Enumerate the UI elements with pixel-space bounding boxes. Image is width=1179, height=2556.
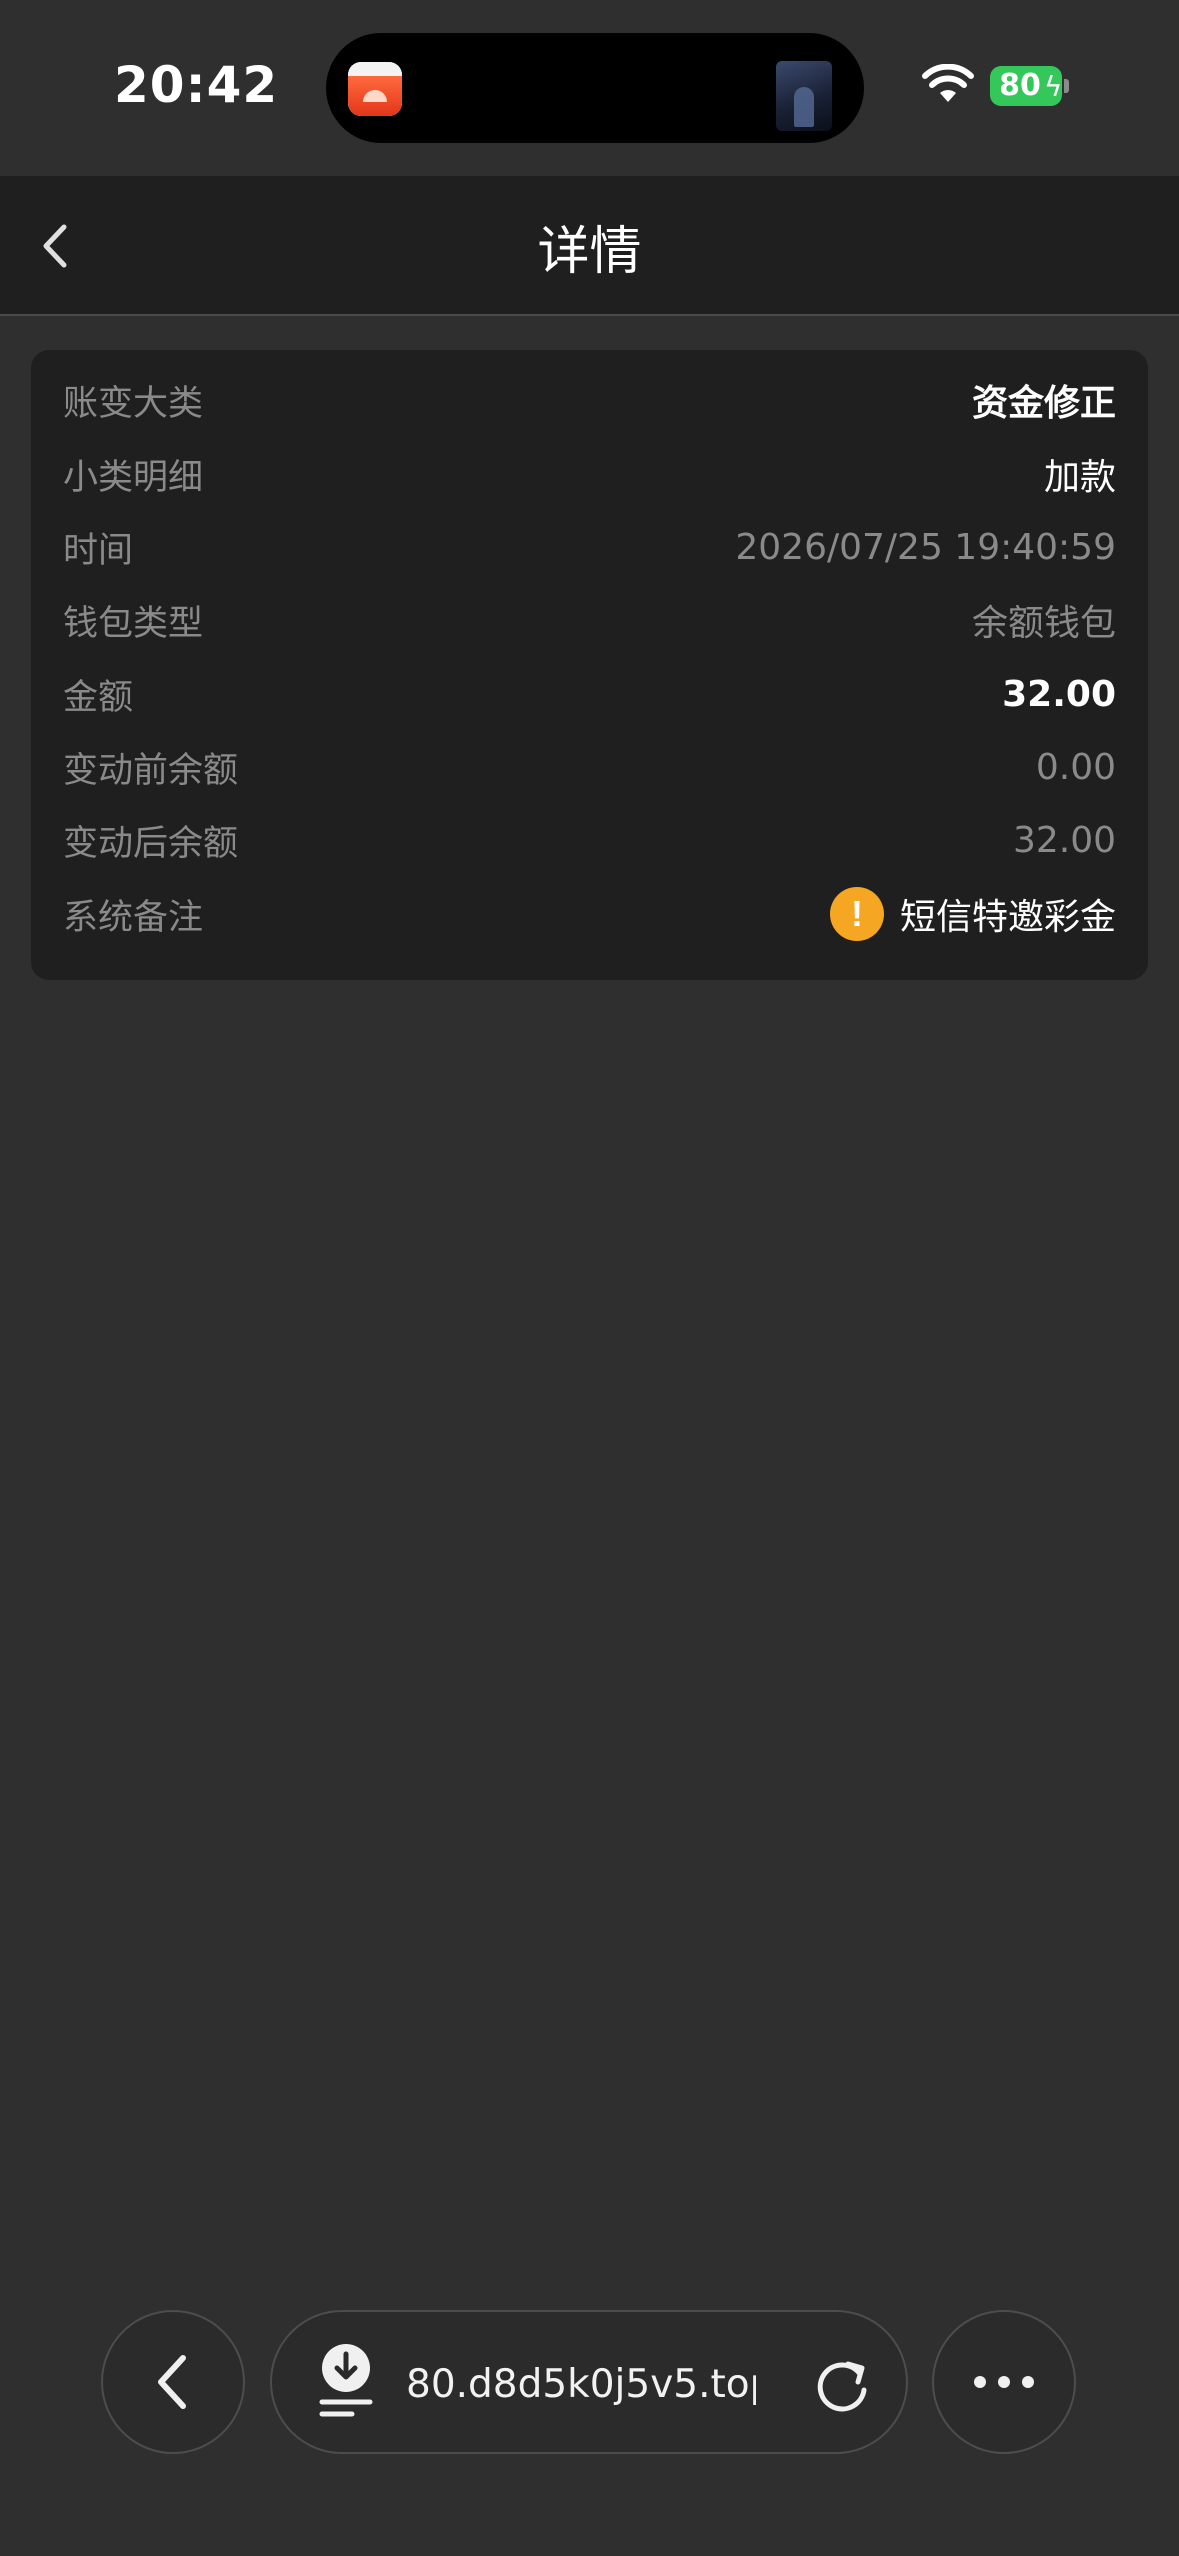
row-value: 2026/07/25 19:40:59: [735, 526, 1116, 568]
download-icon[interactable]: [316, 2342, 376, 2422]
page-title: 详情: [537, 221, 642, 282]
row-category: 账变大类 资金修正: [63, 370, 1116, 430]
battery-charging-icon: 80 ϟ: [990, 66, 1062, 106]
row-system-remark: 系统备注 ! 短信特邀彩金: [63, 884, 1116, 944]
nav-bar: 详情: [0, 176, 1179, 316]
row-label: 时间: [63, 530, 134, 571]
row-label: 金额: [63, 677, 134, 718]
row-label: 系统备注: [63, 897, 204, 938]
row-balance-before: 变动前余额 0.00: [63, 737, 1116, 797]
row-balance-after: 变动后余额 32.00: [63, 810, 1116, 870]
row-value: 资金修正: [971, 383, 1116, 424]
row-value: 0.00: [1035, 746, 1116, 788]
row-label: 钱包类型: [63, 603, 204, 644]
reload-icon[interactable]: [812, 2352, 874, 2414]
url-text[interactable]: 80.d8d5k0j5v5.top: [406, 2312, 756, 2456]
dynamic-island[interactable]: [326, 33, 864, 143]
album-art-icon: [776, 61, 832, 131]
status-bar: 20:42 80 ϟ: [0, 0, 1179, 176]
row-label: 账变大类: [63, 383, 204, 424]
more-dots-icon: [974, 2376, 1034, 2388]
wifi-icon: [922, 64, 974, 102]
row-label: 变动前余额: [63, 750, 239, 791]
status-time: 20:42: [114, 56, 279, 114]
more-button[interactable]: [932, 2310, 1076, 2454]
battery-level: 80: [999, 68, 1041, 103]
browser-back-button[interactable]: [101, 2310, 245, 2454]
row-value: 加款: [1043, 457, 1116, 498]
row-wallet-type: 钱包类型 余额钱包: [63, 590, 1116, 650]
exclamation-icon: !: [829, 887, 884, 941]
row-value: 32.00: [1002, 673, 1116, 715]
row-time: 时间 2026/07/25 19:40:59: [63, 517, 1116, 577]
remark-value: ! 短信特邀彩金: [829, 887, 1116, 941]
browser-toolbar: 80.d8d5k0j5v5.top: [0, 2300, 1179, 2460]
row-subcategory: 小类明细 加款: [63, 444, 1116, 504]
row-value: 32.00: [1012, 819, 1116, 861]
address-bar[interactable]: 80.d8d5k0j5v5.top: [270, 2310, 908, 2454]
row-value: 短信特邀彩金: [899, 897, 1116, 938]
row-label: 小类明细: [63, 457, 204, 498]
notes-app-icon: [348, 62, 402, 116]
row-value: 余额钱包: [971, 603, 1116, 644]
row-label: 变动后余额: [63, 823, 239, 864]
battery-tip: [1064, 79, 1069, 93]
back-arrow-icon: [158, 2355, 186, 2409]
row-amount: 金额 32.00: [63, 664, 1116, 724]
detail-card: 账变大类 资金修正 小类明细 加款 时间 2026/07/25 19:40:59…: [31, 350, 1148, 980]
